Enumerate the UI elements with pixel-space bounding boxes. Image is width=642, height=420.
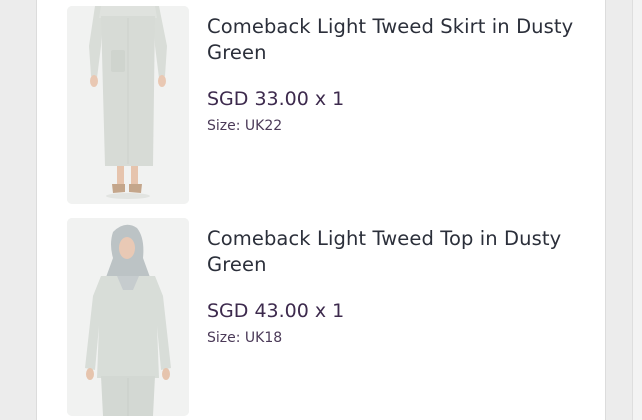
product-title[interactable]: Comeback Light Tweed Skirt in Dusty Gree… (207, 14, 577, 66)
top-photo-icon (67, 218, 189, 416)
product-price-quantity: SGD 33.00 x 1 (207, 88, 345, 110)
product-price-quantity: SGD 43.00 x 1 (207, 300, 345, 322)
item-details: Comeback Light Tweed Skirt in Dusty Gree… (207, 14, 577, 135)
product-title[interactable]: Comeback Light Tweed Top in Dusty Green (207, 226, 577, 278)
product-thumbnail[interactable] (67, 6, 189, 204)
product-size: Size: UK22 (207, 118, 283, 134)
checkout-page: Comeback Light Tweed Skirt in Dusty Gree… (0, 0, 642, 420)
item-details: Comeback Light Tweed Top in Dusty Green … (207, 226, 577, 347)
scroll-edge (632, 0, 642, 420)
skirt-photo-icon (67, 6, 189, 204)
product-thumbnail[interactable] (67, 218, 189, 416)
order-items-panel: Comeback Light Tweed Skirt in Dusty Gree… (36, 0, 606, 420)
product-size: Size: UK18 (207, 330, 283, 346)
